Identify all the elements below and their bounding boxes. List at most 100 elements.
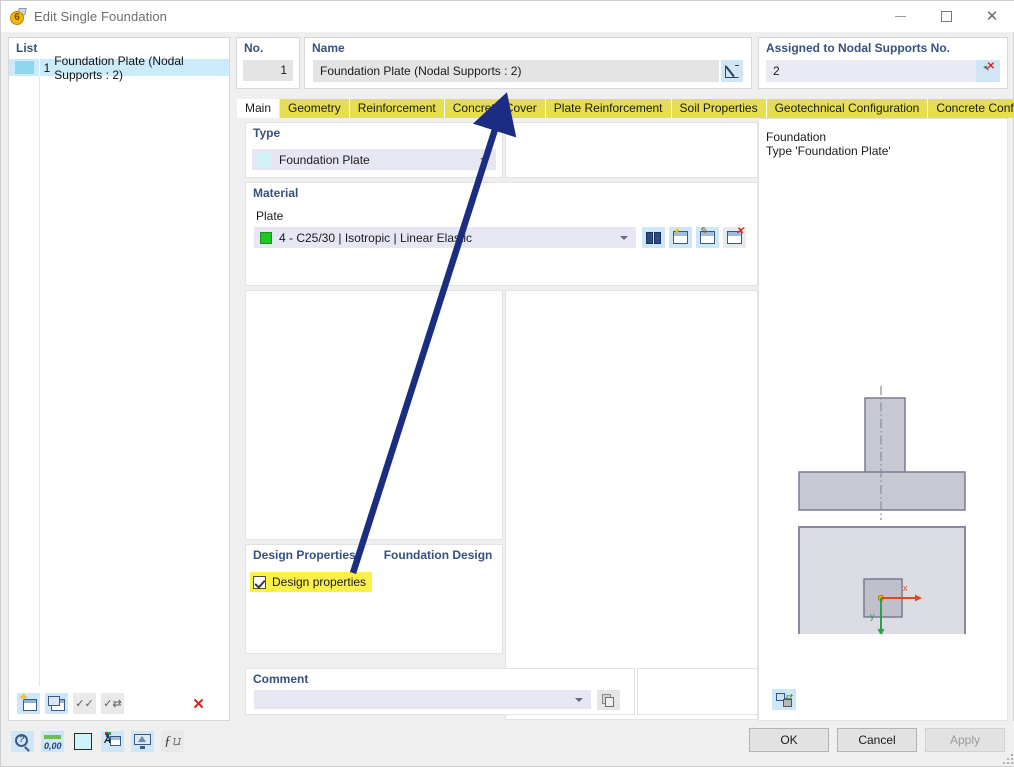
type-group-title: Type: [253, 126, 281, 140]
color-swatch-button[interactable]: [71, 731, 94, 752]
red-x-icon: ✕: [192, 695, 205, 713]
bottom-bar: ? 0,00 A ƒ𝚞 OK Cancel Apply: [1, 721, 1014, 766]
name-field-group: Name Foundation Plate (Nodal Supports : …: [304, 37, 752, 89]
new-foundation-button[interactable]: ✦: [17, 693, 40, 714]
delete-foundation-button[interactable]: ✕: [187, 693, 210, 714]
tab-geotechnical-configuration[interactable]: Geotechnical Configuration: [766, 99, 929, 118]
tab-plate-reinforcement[interactable]: Plate Reinforcement: [545, 99, 672, 118]
assigned-pick-button[interactable]: ✕: [976, 60, 1000, 82]
type-color-swatch: [257, 152, 272, 167]
tab-concrete-cover[interactable]: Concrete Cover: [444, 99, 546, 118]
comment-group-title: Comment: [253, 672, 309, 686]
minimize-button[interactable]: [877, 1, 923, 32]
formula-button[interactable]: ƒ𝚞: [161, 731, 184, 752]
comment-right-placeholder: [637, 668, 758, 715]
label-settings-button[interactable]: A: [101, 731, 124, 752]
cancel-button[interactable]: Cancel: [837, 728, 917, 752]
material-combobox[interactable]: 4 - C25/30 | Isotropic | Linear Elastic: [254, 227, 636, 248]
apply-button: Apply: [925, 728, 1005, 752]
foundation-dialog-icon: 6: [9, 7, 27, 26]
star-icon: ✦: [19, 692, 29, 704]
numeric-format-button[interactable]: 0,00: [41, 731, 64, 752]
delete-material-button[interactable]: ✕: [723, 227, 746, 248]
chevron-down-icon: [480, 157, 488, 162]
tab-main[interactable]: Main: [237, 99, 281, 118]
design-properties-group: Design Properties Foundation Design Desi…: [245, 544, 503, 654]
type-combobox-value: Foundation Plate: [279, 152, 370, 167]
type-group-right-placeholder: [505, 122, 758, 178]
book-icon: [646, 231, 661, 244]
design-properties-checkbox[interactable]: [253, 575, 266, 589]
chevron-down-icon: [620, 235, 628, 240]
swap-view-icon: ⇄: [776, 692, 792, 707]
type-group: Type Foundation Plate: [245, 122, 503, 178]
invert-check-icon: ✓⇄: [103, 698, 122, 710]
fx-icon: ƒ𝚞: [164, 733, 181, 749]
left-empty-panel: [245, 290, 503, 540]
display-settings-button[interactable]: [131, 731, 154, 752]
window-title: Edit Single Foundation: [34, 9, 168, 24]
title-bar: 6 Edit Single Foundation ✕: [1, 1, 1014, 32]
tab-geometry[interactable]: Geometry: [280, 99, 350, 118]
list-item-number: 1: [43, 60, 51, 75]
list-item-color-swatch: [15, 61, 34, 74]
material-group: Material Plate 4 - C25/30 | Isotropic | …: [245, 182, 758, 286]
maximize-button[interactable]: [923, 1, 969, 32]
check-all-icon: ✓✓: [75, 698, 94, 710]
assigned-field-caption: Assigned to Nodal Supports No.: [766, 41, 951, 55]
name-field-caption: Name: [312, 41, 345, 55]
foundation-design-title: Foundation Design: [383, 548, 493, 562]
bottom-icon-toolbar: ? 0,00 A ƒ𝚞: [11, 731, 184, 752]
comment-combobox[interactable]: [254, 690, 591, 709]
number-field-caption: No.: [244, 41, 264, 55]
list-item[interactable]: 1 Foundation Plate (Nodal Supports : 2): [9, 54, 229, 82]
help-magnifier-button[interactable]: ?: [11, 731, 34, 752]
tab-concrete-configuration[interactable]: Concrete Configuration: [928, 99, 1014, 118]
copy-foundation-button[interactable]: [45, 693, 68, 714]
type-combobox[interactable]: Foundation Plate: [252, 149, 496, 170]
main-tab-content: Type Foundation Plate Material Plate 4 -…: [237, 118, 758, 721]
design-properties-checkbox-label: Design properties: [272, 575, 367, 589]
delete-card-icon: ✕: [727, 227, 744, 244]
preview-line-1: Foundation: [766, 130, 827, 144]
y-axis-label: y: [870, 611, 875, 621]
name-input[interactable]: Foundation Plate (Nodal Supports : 2): [313, 60, 719, 82]
number-input[interactable]: 1: [243, 60, 293, 81]
design-group-headers: Design Properties Foundation Design: [246, 548, 502, 562]
monitor-icon: [134, 734, 151, 749]
material-buttons: ✦ ✎ ✕: [642, 227, 746, 248]
tab-soil-properties[interactable]: Soil Properties: [671, 99, 767, 118]
column-elevation-shape: [864, 397, 906, 474]
color-swatch-icon: [73, 733, 92, 750]
material-library-button[interactable]: [642, 227, 665, 248]
number-format-icon: 0,00: [44, 734, 62, 751]
resize-grip[interactable]: [1001, 752, 1013, 764]
new-material-button[interactable]: ✦: [669, 227, 692, 248]
dialog-buttons: OK Cancel Apply: [749, 728, 1005, 752]
magnifier-question-icon: ?: [15, 734, 30, 752]
comment-group: Comment: [245, 668, 635, 715]
foundation-plate-elevation-shape: [798, 471, 966, 511]
preview-toggle-button[interactable]: ⇄: [772, 689, 796, 710]
material-plate-label: Plate: [256, 209, 284, 223]
name-edit-button[interactable]: [721, 60, 743, 82]
design-properties-checkbox-row[interactable]: Design properties: [250, 572, 373, 592]
edit-material-button[interactable]: ✎: [696, 227, 719, 248]
x-axis-label: x: [903, 583, 908, 593]
tab-strip: Main Geometry Reinforcement Concrete Cov…: [237, 99, 1014, 118]
ok-button[interactable]: OK: [749, 728, 829, 752]
list-grid-line: [39, 76, 40, 686]
number-field-group: No. 1: [236, 37, 300, 89]
label-settings-icon: A: [104, 732, 121, 749]
preview-panel: Foundation Type 'Foundation Plate' x y ⇄: [758, 118, 1008, 721]
close-button[interactable]: ✕: [969, 1, 1014, 32]
invert-selection-button[interactable]: ✓⇄: [101, 693, 124, 714]
preview-line-2: Type 'Foundation Plate': [766, 144, 891, 158]
tab-reinforcement[interactable]: Reinforcement: [349, 99, 445, 118]
comment-copy-button[interactable]: [597, 690, 620, 710]
copy-window-back-icon: [48, 696, 60, 706]
assigned-input[interactable]: 2: [766, 60, 977, 82]
edit-single-foundation-dialog: 6 Edit Single Foundation ✕ List 1 Founda…: [0, 0, 1014, 767]
select-all-button[interactable]: ✓✓: [73, 693, 96, 714]
foundation-preview-graphic: x y: [798, 386, 966, 634]
